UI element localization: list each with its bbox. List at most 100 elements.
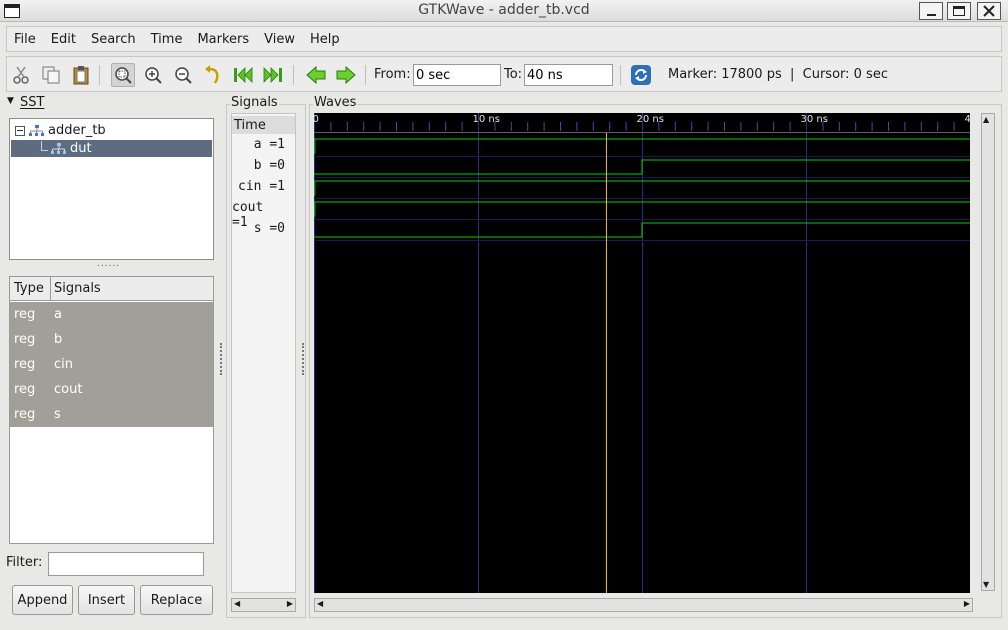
- from-time-input[interactable]: [413, 64, 501, 86]
- tree-branch-line: [41, 140, 42, 151]
- zoom-in-icon: [145, 67, 162, 84]
- menu-view[interactable]: View: [264, 32, 295, 47]
- from-label: From:: [374, 67, 411, 82]
- maximize-icon: [953, 6, 965, 16]
- sst-tree: adder_tb dut: [9, 118, 214, 260]
- time-tick-label: 10 ns: [473, 114, 500, 125]
- toolbar: From: To: Marker: 17800 ps | Cursor: 0 s…: [6, 56, 1002, 92]
- menu-file[interactable]: File: [14, 32, 36, 47]
- close-button[interactable]: [977, 2, 1001, 20]
- toolbar-separator: [365, 65, 366, 85]
- row-type: reg: [14, 382, 36, 397]
- signal-entry-b[interactable]: b =0: [254, 158, 285, 173]
- waveform-trace-s: [314, 222, 970, 238]
- scroll-left-icon[interactable]: ◀: [317, 599, 323, 608]
- tree-collapse-icon[interactable]: [15, 125, 25, 136]
- tree-item-dut[interactable]: dut: [11, 140, 212, 157]
- table-row[interactable]: reg cout: [10, 377, 213, 402]
- column-divider: [50, 277, 51, 300]
- time-tick-label: 0: [314, 114, 319, 125]
- insert-button[interactable]: Insert: [78, 585, 135, 615]
- zoom-fit-button[interactable]: [111, 63, 135, 87]
- zoom-to-end-button[interactable]: [261, 63, 285, 87]
- scroll-right-icon[interactable]: ▶: [287, 599, 293, 608]
- table-row[interactable]: reg b: [10, 327, 213, 352]
- row-signal: a: [54, 307, 62, 322]
- tree-branch-line: [42, 150, 48, 151]
- toolbar-separator: [620, 65, 621, 85]
- clipboard-icon: [73, 66, 89, 85]
- find-next-edge-button[interactable]: [334, 63, 358, 87]
- toolbar-separator: [99, 65, 100, 85]
- waveform-trace-b: [314, 159, 970, 175]
- waves-canvas[interactable]: 0 10 ns 20 ns 30 ns 40 ns: [314, 113, 970, 593]
- table-row[interactable]: reg a: [10, 302, 213, 327]
- marker-cursor-status: Marker: 17800 ps | Cursor: 0 sec: [668, 67, 888, 82]
- undo-zoom-button[interactable]: [201, 63, 225, 87]
- zoom-out-button[interactable]: [171, 63, 195, 87]
- minimize-icon: [926, 14, 936, 16]
- waves-horizontal-scrollbar[interactable]: ◀ ▶: [314, 598, 973, 612]
- to-label: To:: [504, 67, 523, 82]
- tree-item-label: adder_tb: [48, 123, 106, 138]
- signals-table-header: Type Signals: [10, 277, 213, 301]
- column-header-type[interactable]: Type: [14, 281, 44, 296]
- append-button[interactable]: Append: [12, 585, 73, 615]
- sst-label: SST: [20, 95, 45, 110]
- pane-splitter-left[interactable]: [220, 343, 224, 375]
- signals-horizontal-scrollbar[interactable]: ◀ ▶: [231, 598, 296, 612]
- table-row[interactable]: reg s: [10, 402, 213, 427]
- sst-expander-icon[interactable]: ▼: [7, 96, 14, 106]
- zoom-in-button[interactable]: [141, 63, 165, 87]
- module-icon: [29, 124, 44, 136]
- scissors-icon: [13, 66, 29, 84]
- signal-entry-cin[interactable]: cin =1: [238, 179, 285, 194]
- signal-entry-a[interactable]: a =1: [254, 137, 285, 152]
- signal-entry-s[interactable]: s =0: [254, 221, 285, 236]
- menu-time[interactable]: Time: [151, 32, 183, 47]
- scroll-down-icon[interactable]: ▼: [983, 580, 989, 589]
- scroll-up-icon[interactable]: ▲: [983, 115, 989, 124]
- zoom-out-icon: [175, 67, 192, 84]
- cut-button[interactable]: [9, 63, 33, 87]
- skip-to-end-icon: [263, 67, 282, 83]
- toolbar-separator: [293, 65, 294, 85]
- to-time-input[interactable]: [524, 64, 613, 86]
- menu-search[interactable]: Search: [91, 32, 136, 47]
- signals-table: Type Signals reg a reg b reg cin reg cou…: [9, 276, 214, 544]
- copy-button[interactable]: [39, 63, 63, 87]
- copy-icon: [42, 66, 60, 84]
- row-signal: b: [54, 332, 63, 347]
- replace-button[interactable]: Replace: [140, 585, 213, 615]
- menu-edit[interactable]: Edit: [51, 32, 76, 47]
- tree-item-adder-tb[interactable]: adder_tb: [11, 122, 212, 139]
- menu-bar: File Edit Search Time Markers View Help: [6, 26, 1002, 52]
- arrow-left-icon: [306, 65, 326, 85]
- row-type: reg: [14, 357, 36, 372]
- time-tick-label: 40 ns: [965, 114, 971, 125]
- arrow-right-icon: [336, 65, 356, 85]
- minimize-button[interactable]: [919, 2, 943, 20]
- scroll-left-icon[interactable]: ◀: [234, 599, 240, 608]
- waveform-display[interactable]: 0 10 ns 20 ns 30 ns 40 ns: [314, 113, 970, 593]
- module-icon: [51, 142, 66, 154]
- menu-markers[interactable]: Markers: [197, 32, 249, 47]
- pane-resize-handle[interactable]: ......: [97, 260, 131, 269]
- column-header-signals[interactable]: Signals: [54, 281, 101, 296]
- row-signal: cout: [54, 382, 83, 397]
- waves-vertical-scrollbar[interactable]: ▲ ▼: [981, 113, 995, 591]
- filter-input[interactable]: [48, 552, 204, 576]
- undo-arrow-icon: [205, 65, 219, 84]
- close-icon: [983, 5, 995, 17]
- maximize-button[interactable]: [947, 2, 971, 20]
- menu-help[interactable]: Help: [310, 32, 340, 47]
- zoom-to-start-button[interactable]: [231, 63, 255, 87]
- scroll-right-icon[interactable]: ▶: [964, 599, 970, 608]
- table-row[interactable]: reg cin: [10, 352, 213, 377]
- reload-button[interactable]: [629, 63, 653, 87]
- signals-list: Time a =1 b =0 cin =1 cout =1 s =0: [231, 113, 296, 593]
- window-title: GTKWave - adder_tb.vcd: [418, 2, 590, 18]
- paste-button[interactable]: [69, 63, 93, 87]
- find-previous-edge-button[interactable]: [304, 63, 328, 87]
- pane-splitter-right[interactable]: [302, 343, 306, 375]
